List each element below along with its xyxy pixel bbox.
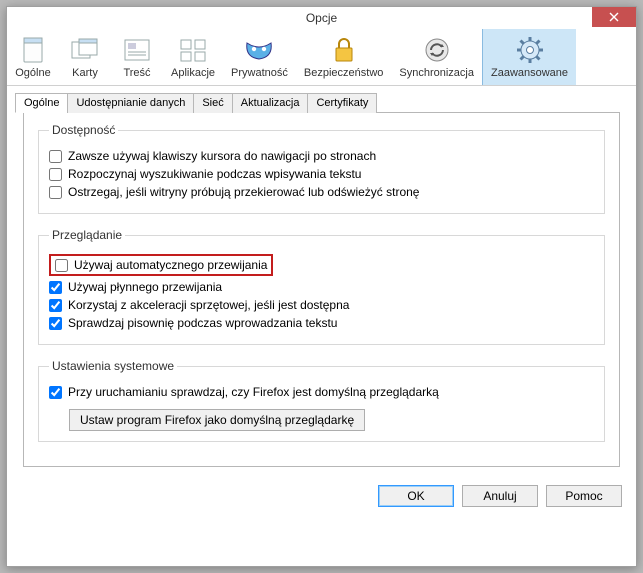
checkbox-row: Przy uruchamianiu sprawdzaj, czy Firefox… [49, 385, 594, 399]
checkbox-row: Zawsze używaj klawiszy kursora do nawiga… [49, 149, 594, 163]
tab-network[interactable]: Sieć [193, 93, 232, 113]
toolbar-apps[interactable]: Aplikacje [163, 29, 223, 85]
system-legend: Ustawienia systemowe [49, 359, 177, 373]
toolbar-sync-label: Synchronizacja [397, 67, 476, 81]
toolbar-general-label: Ogólne [13, 67, 53, 81]
hwaccel-checkbox[interactable] [49, 299, 62, 312]
window-title: Opcje [306, 11, 337, 25]
lock-icon [331, 36, 357, 64]
checkbox-row: Sprawdzaj pisownię podczas wprowadzania … [49, 316, 594, 330]
tab-data-sharing[interactable]: Udostępnianie danych [67, 93, 194, 113]
accessibility-group: Dostępność Zawsze używaj klawiszy kursor… [38, 123, 605, 214]
help-button[interactable]: Pomoc [546, 485, 622, 507]
checkbox-row: Ostrzegaj, jeśli witryny próbują przekie… [49, 185, 594, 199]
mask-icon [243, 37, 275, 63]
set-default-button[interactable]: Ustaw program Firefox jako domyślną prze… [69, 409, 365, 431]
toolbar-content-label: Treść [117, 67, 157, 81]
content-icon [122, 37, 152, 63]
smoothscroll-label: Używaj płynnego przewijania [68, 280, 222, 294]
close-icon [609, 12, 619, 22]
toolbar-security[interactable]: Bezpieczeństwo [296, 29, 392, 85]
browsing-group: Przeglądanie Używaj automatycznego przew… [38, 228, 605, 345]
toolbar-sync[interactable]: Synchronizacja [391, 29, 482, 85]
tabs-icon [70, 37, 100, 63]
toolbar-general[interactable]: Ogólne [7, 29, 59, 85]
toolbar-tabs[interactable]: Karty [59, 29, 111, 85]
tab-general[interactable]: Ogólne [15, 93, 68, 113]
search-typing-label: Rozpoczynaj wyszukiwanie podczas wpisywa… [68, 167, 361, 181]
spellcheck-label: Sprawdzaj pisownię podczas wprowadzania … [68, 316, 337, 330]
titlebar: Opcje [7, 7, 636, 29]
tab-update[interactable]: Aktualizacja [232, 93, 309, 113]
general-panel: Dostępność Zawsze używaj klawiszy kursor… [23, 112, 620, 467]
hwaccel-label: Korzystaj z akceleracji sprzętowej, jeśl… [68, 298, 349, 312]
browsing-legend: Przeglądanie [49, 228, 125, 242]
advanced-tabstrip: Ogólne Udostępnianie danych Sieć Aktuali… [15, 93, 628, 113]
autoscroll-highlight: Używaj automatycznego przewijania [49, 254, 273, 276]
default-browser-checkbox[interactable] [49, 386, 62, 399]
autoscroll-label: Używaj automatycznego przewijania [74, 258, 267, 272]
checkbox-row: Używaj automatycznego przewijania [49, 254, 594, 276]
checkbox-row: Rozpoczynaj wyszukiwanie podczas wpisywa… [49, 167, 594, 181]
dialog-footer: OK Anuluj Pomoc [7, 475, 636, 519]
ok-button[interactable]: OK [378, 485, 454, 507]
category-toolbar: Ogólne Karty Treść Aplikacje Prywatność … [7, 29, 636, 86]
autoscroll-checkbox[interactable] [55, 259, 68, 272]
toolbar-apps-label: Aplikacje [169, 67, 217, 81]
default-browser-label: Przy uruchamianiu sprawdzaj, czy Firefox… [68, 385, 439, 399]
toolbar-content[interactable]: Treść [111, 29, 163, 85]
search-typing-checkbox[interactable] [49, 168, 62, 181]
cursor-nav-checkbox[interactable] [49, 150, 62, 163]
sync-icon [422, 36, 452, 64]
warn-redirect-checkbox[interactable] [49, 186, 62, 199]
cursor-nav-label: Zawsze używaj klawiszy kursora do nawiga… [68, 149, 376, 163]
toolbar-privacy[interactable]: Prywatność [223, 29, 296, 85]
tab-certificates[interactable]: Certyfikaty [307, 93, 377, 113]
warn-redirect-label: Ostrzegaj, jeśli witryny próbują przekie… [68, 185, 419, 199]
toolbar-advanced[interactable]: Zaawansowane [482, 29, 576, 85]
system-group: Ustawienia systemowe Przy uruchamianiu s… [38, 359, 605, 442]
checkbox-row: Korzystaj z akceleracji sprzętowej, jeśl… [49, 298, 594, 312]
smoothscroll-checkbox[interactable] [49, 281, 62, 294]
toolbar-security-label: Bezpieczeństwo [302, 67, 386, 81]
toolbar-advanced-label: Zaawansowane [489, 67, 570, 81]
toolbar-privacy-label: Prywatność [229, 67, 290, 81]
checkbox-row: Używaj płynnego przewijania [49, 280, 594, 294]
options-window: Opcje Ogólne Karty Treść Aplikacje Prywa… [6, 6, 637, 567]
close-button[interactable] [592, 7, 636, 27]
gear-icon [515, 35, 545, 65]
apps-icon [178, 37, 208, 63]
advanced-tabs-container: Ogólne Udostępnianie danych Sieć Aktuali… [7, 86, 636, 475]
toolbar-tabs-label: Karty [65, 67, 105, 81]
cancel-button[interactable]: Anuluj [462, 485, 538, 507]
accessibility-legend: Dostępność [49, 123, 118, 137]
spellcheck-checkbox[interactable] [49, 317, 62, 330]
window-icon [20, 35, 46, 65]
